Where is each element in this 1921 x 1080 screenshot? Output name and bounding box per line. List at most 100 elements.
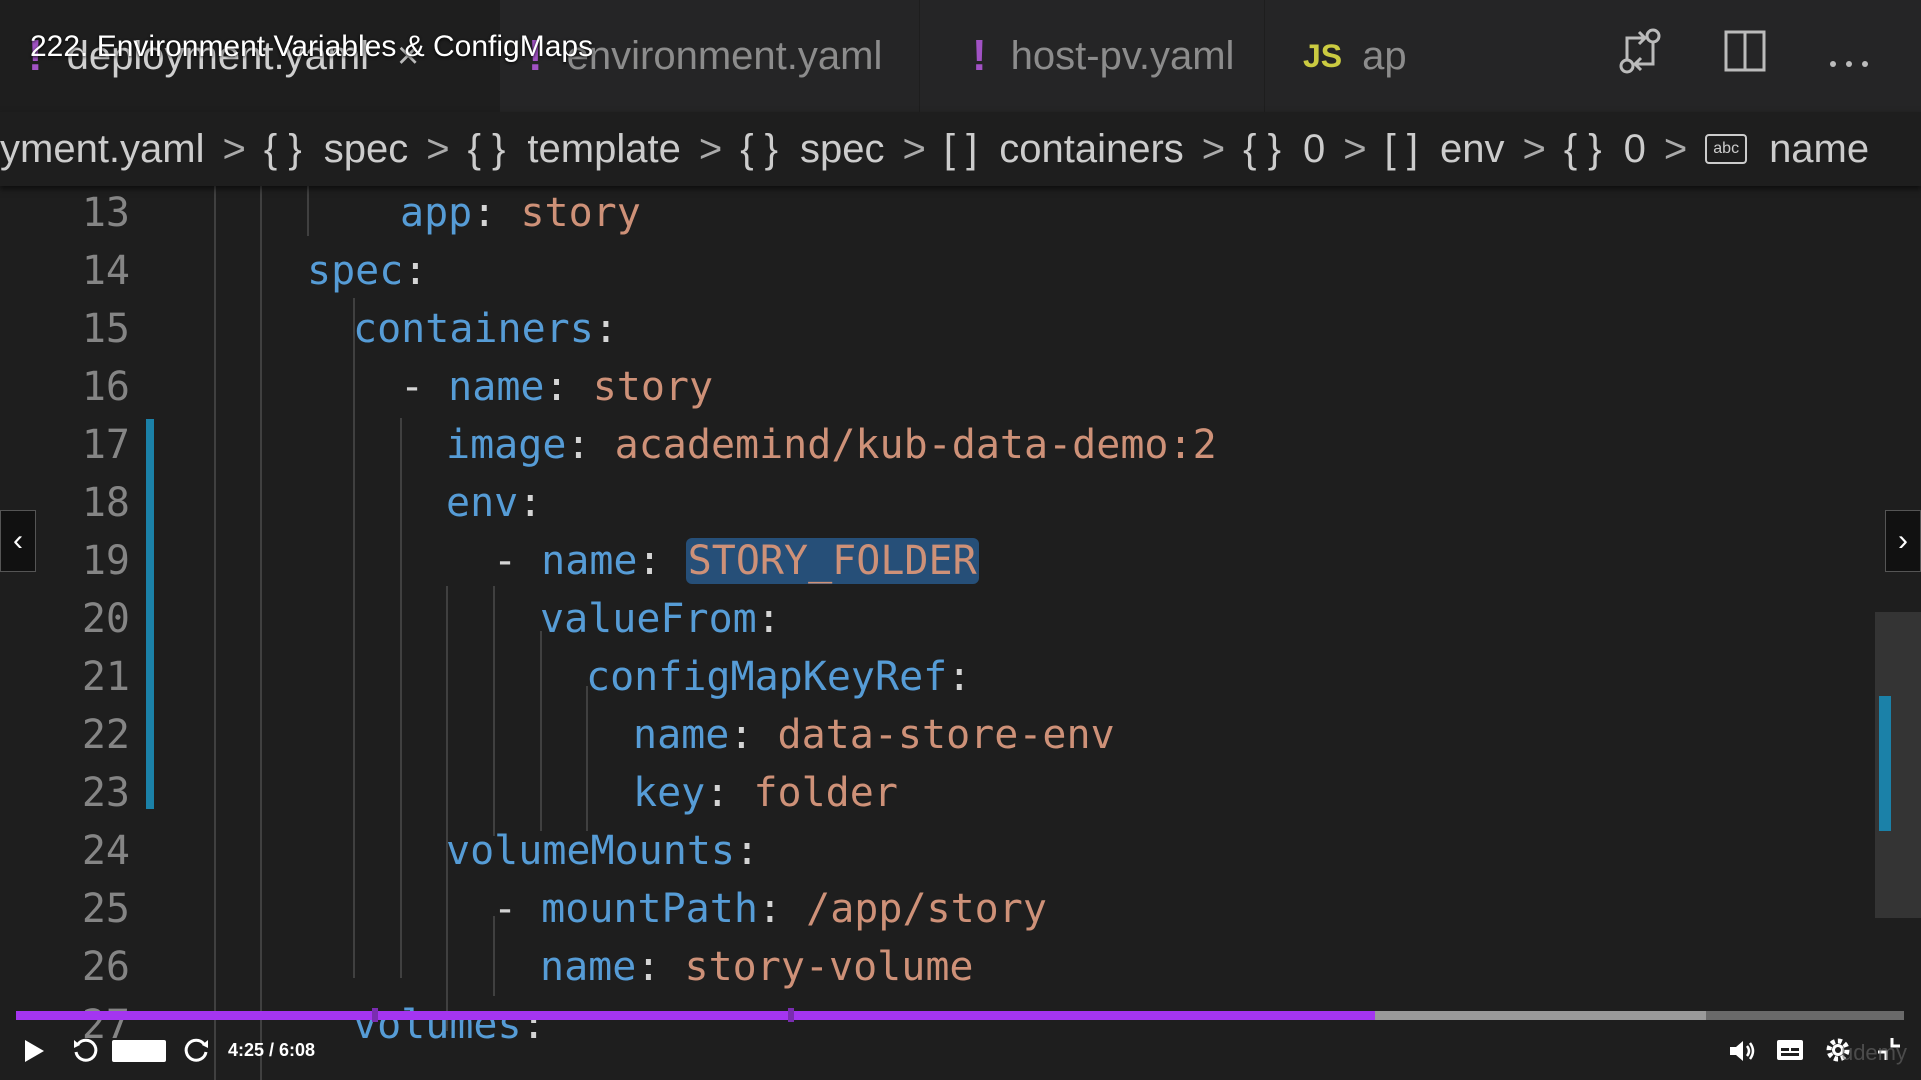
next-lecture-button[interactable]: › [1885, 510, 1921, 572]
yaml-key: volumeMounts [446, 828, 735, 874]
yaml-value: folder [753, 770, 898, 816]
code-line: 22 name: data-store-env [0, 706, 1870, 764]
line-number: 16 [81, 364, 130, 410]
previous-lecture-button[interactable]: ‹ [0, 510, 36, 572]
yaml-value: story [520, 190, 641, 236]
chevron-right-icon: > [1201, 126, 1226, 171]
code-line: 16 - name: story [0, 358, 1870, 416]
code-line: 25 - mountPath: /app/story [0, 880, 1870, 938]
line-number: 19 [81, 538, 130, 584]
yaml-key: spec [307, 248, 404, 294]
yaml-key: valueFrom [540, 596, 757, 642]
watermark-logo: udemy [1840, 1040, 1907, 1065]
object-icon: { } [263, 126, 302, 171]
selected-text[interactable]: STORY_FOLDER [685, 538, 979, 584]
code-editor[interactable]: 13 app: story 14 spec: 15 containers: 16… [0, 186, 1921, 1080]
line-number: 24 [81, 828, 130, 874]
tab-host-pv-yaml[interactable]: ! host-pv.yaml [920, 0, 1265, 112]
scrollbar-change-marker [1879, 696, 1891, 831]
chevron-right-icon: > [1663, 126, 1688, 171]
breadcrumb-item[interactable]: { } spec > [264, 127, 468, 172]
rewind-icon[interactable] [72, 1036, 100, 1069]
breadcrumb-file[interactable]: yment.yaml > [0, 127, 264, 172]
line-number: 15 [81, 306, 130, 352]
tab-app-js[interactable]: JS ap [1265, 0, 1415, 112]
code-line: 19 - name: STORY_FOLDER [0, 532, 1870, 590]
line-number: 17 [81, 422, 130, 468]
line-number: 25 [81, 886, 130, 932]
yaml-key: name [540, 944, 637, 990]
yaml-key: mountPath [541, 886, 758, 932]
object-icon: { } [467, 126, 506, 171]
code-line: 20 valueFrom: [0, 590, 1870, 648]
code-line: 26 name: story-volume [0, 938, 1870, 996]
yaml-value: story [592, 364, 714, 410]
yaml-key: containers [353, 306, 594, 352]
code-line: 23 key: folder [0, 764, 1870, 822]
yaml-key: env [446, 480, 519, 526]
breadcrumb-item[interactable]: [ ] containers > [944, 127, 1243, 172]
js-file-icon: JS [1303, 37, 1343, 74]
yaml-key: name [633, 712, 730, 758]
code-line: 14 spec: [0, 242, 1870, 300]
line-number: 21 [81, 654, 130, 700]
object-icon: { } [740, 126, 779, 171]
video-progress-bar[interactable] [16, 1008, 1904, 1022]
yaml-value: academind/kub-data-demo:2 [614, 422, 1217, 468]
chevron-right-icon: > [698, 126, 723, 171]
progress-played [16, 1011, 1376, 1020]
tab-label: ap [1362, 33, 1407, 78]
tab-label: host-pv.yaml [1010, 33, 1235, 78]
source-control-compare-icon[interactable] [1617, 26, 1663, 87]
more-actions-icon[interactable] [1827, 31, 1871, 81]
yaml-key: configMapKeyRef [586, 654, 948, 700]
editor-actions [1617, 26, 1921, 87]
volume-icon[interactable] [1728, 1038, 1756, 1069]
yaml-key: image [446, 422, 567, 468]
breadcrumb-item-current[interactable]: abc name [1705, 127, 1869, 172]
code-line: 15 containers: [0, 300, 1870, 358]
code-line: 18 env: [0, 474, 1870, 532]
line-number: 18 [81, 480, 130, 526]
chevron-right-icon: > [1522, 126, 1546, 171]
yaml-key: name [541, 538, 638, 584]
split-editor-icon[interactable] [1723, 29, 1767, 84]
chevron-right-icon: > [426, 126, 450, 171]
line-number: 13 [81, 190, 130, 236]
video-controls: 1x 4:25 / 6:08 [0, 1020, 1921, 1080]
object-icon: { } [1243, 126, 1281, 171]
array-icon: [ ] [943, 126, 978, 171]
line-number: 26 [81, 944, 130, 990]
object-icon: { } [1563, 126, 1602, 171]
yaml-value: story-volume [684, 944, 974, 990]
playback-speed-button[interactable]: 1x [112, 1040, 166, 1062]
forward-icon[interactable] [182, 1036, 210, 1069]
array-icon: [ ] [1384, 126, 1418, 171]
play-icon[interactable] [22, 1038, 46, 1069]
video-lecture-title: 222. Environment Variables & ConfigMaps [30, 30, 594, 63]
breadcrumb-item[interactable]: { } 0 > [1243, 127, 1384, 172]
chevron-right-icon: > [1343, 126, 1367, 171]
yaml-file-icon: ! [972, 31, 987, 80]
line-number: 20 [81, 596, 130, 642]
yaml-key: name [448, 364, 545, 410]
yaml-value: data-store-env [777, 712, 1115, 758]
string-icon: abc [1705, 134, 1748, 164]
line-number: 23 [81, 770, 130, 816]
line-number: 22 [81, 712, 130, 758]
timecode: 4:25 / 6:08 [228, 1040, 316, 1060]
yaml-key: key [633, 770, 706, 816]
chevron-right-icon: > [902, 126, 926, 171]
code-line: 21 configMapKeyRef: [0, 648, 1870, 706]
code-line: 17 image: academind/kub-data-demo:2 [0, 416, 1870, 474]
code-line: 24 volumeMounts: [0, 822, 1870, 880]
breadcrumb-item[interactable]: { } 0 > [1564, 127, 1705, 172]
chevron-right-icon: > [222, 126, 246, 171]
tab-label: environment.yaml [566, 33, 883, 78]
breadcrumb-item[interactable]: [ ] env > [1385, 127, 1564, 172]
breadcrumb-item[interactable]: { } template > [468, 127, 741, 172]
captions-icon[interactable] [1776, 1039, 1804, 1066]
line-number: 14 [81, 248, 130, 294]
breadcrumb-item[interactable]: { } spec > [740, 127, 944, 172]
code-line: 13 app: story [0, 186, 1870, 242]
